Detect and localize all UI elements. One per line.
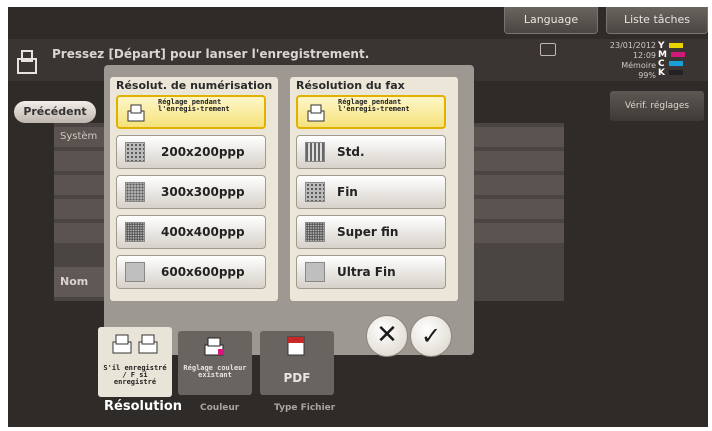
scan-option-label: Réglage pendant l'enregis-trement	[158, 98, 230, 113]
scanner-icon	[127, 104, 145, 122]
pattern-icon	[305, 262, 325, 282]
language-button[interactable]: Language	[504, 7, 598, 34]
pattern-icon	[305, 182, 325, 202]
system-label: Systèm	[60, 131, 98, 142]
tab-resolution[interactable]: S'il enregistré / F si enregistré	[98, 327, 172, 397]
tab-resolution-sublabel: S'il enregistré / F si enregistré	[103, 364, 167, 386]
toner-y-bar	[668, 43, 683, 48]
scan-resolution-column: Résolut. de numérisation Réglage pendant…	[110, 77, 278, 301]
toner-m-bar	[670, 52, 685, 57]
card-icon	[540, 43, 556, 56]
fax-resolution-column: Résolution du fax Réglage pendant l'enre…	[290, 77, 458, 301]
tab-color[interactable]: Réglage couleur existant	[178, 331, 252, 395]
job-list-button[interactable]: Liste tâches	[606, 7, 708, 34]
scan-resolution-title: Résolut. de numérisation	[116, 79, 273, 92]
memory-label: Mémoire	[621, 61, 656, 70]
tab-color-sublabel: Réglage couleur existant	[183, 364, 247, 379]
fax-option-label: Ultra Fin	[337, 265, 396, 279]
pattern-icon	[305, 222, 325, 242]
color-scanner-icon	[204, 337, 224, 356]
toner-k-label: K	[658, 67, 665, 78]
scan-option-600[interactable]: 600x600ppp	[116, 255, 266, 289]
scan-option-400[interactable]: 400x400ppp	[116, 215, 266, 249]
scan-option-label: 200x200ppp	[161, 145, 245, 159]
toner-levels: Y M C K	[658, 41, 698, 78]
scan-option-300[interactable]: 300x300ppp	[116, 175, 266, 209]
toner-k-bar	[668, 70, 683, 75]
memory-value: 99%	[638, 71, 656, 80]
device-screen: Language Liste tâches Pressez [Départ] p…	[8, 7, 708, 427]
toner-k: K	[658, 67, 698, 78]
scan-option-label: 300x300ppp	[161, 185, 245, 199]
tab-file-type-caption: Type Fichier	[274, 403, 336, 413]
resolution-popup: Résolut. de numérisation Réglage pendant…	[104, 65, 474, 355]
fax-option-super-fin[interactable]: Super fin	[296, 215, 446, 249]
tab-file-type-sublabel: PDF	[283, 371, 311, 385]
check-settings-button[interactable]: Vérif. réglages	[610, 91, 704, 121]
tab-resolution-caption: Résolution	[104, 399, 183, 414]
scan-option-label: 400x400ppp	[161, 225, 245, 239]
scanner-icon	[112, 334, 158, 354]
time-text: 12:09	[632, 51, 656, 60]
pattern-icon	[305, 142, 325, 162]
pdf-file-icon	[287, 336, 305, 356]
fax-option-label: Fin	[337, 185, 358, 199]
tab-color-caption: Couleur	[200, 403, 240, 413]
scan-option-during-registration[interactable]: Réglage pendant l'enregis-trement	[116, 95, 266, 129]
pattern-icon	[125, 222, 145, 242]
pattern-icon	[125, 182, 145, 202]
date-text: 23/01/2012	[609, 41, 656, 50]
cancel-button[interactable]: ✕	[366, 315, 408, 357]
fax-option-label: Std.	[337, 145, 365, 159]
fax-option-during-registration[interactable]: Réglage pendant l'enregis-trement	[296, 95, 446, 129]
fax-option-ultra-fin[interactable]: Ultra Fin	[296, 255, 446, 289]
pattern-icon	[125, 142, 145, 162]
scanner-icon	[307, 104, 325, 122]
date-time-info: 23/01/2012 12:09 Mémoire 99%	[600, 41, 656, 81]
ok-button[interactable]: ✓	[410, 315, 452, 357]
toner-c-bar	[668, 61, 683, 66]
tab-file-type[interactable]: PDF	[260, 331, 334, 395]
fax-option-label: Super fin	[337, 225, 399, 239]
previous-button[interactable]: Précédent	[14, 101, 96, 123]
fax-option-fin[interactable]: Fin	[296, 175, 446, 209]
fax-option-std[interactable]: Std.	[296, 135, 446, 169]
fax-resolution-title: Résolution du fax	[296, 79, 405, 92]
scan-option-label: 600x600ppp	[161, 265, 245, 279]
pattern-icon	[125, 262, 145, 282]
fax-option-label: Réglage pendant l'enregis-trement	[338, 98, 410, 113]
scan-option-200[interactable]: 200x200ppp	[116, 135, 266, 169]
status-message: Pressez [Départ] pour lanser l'enregistr…	[52, 47, 370, 61]
job-icon	[17, 50, 37, 74]
